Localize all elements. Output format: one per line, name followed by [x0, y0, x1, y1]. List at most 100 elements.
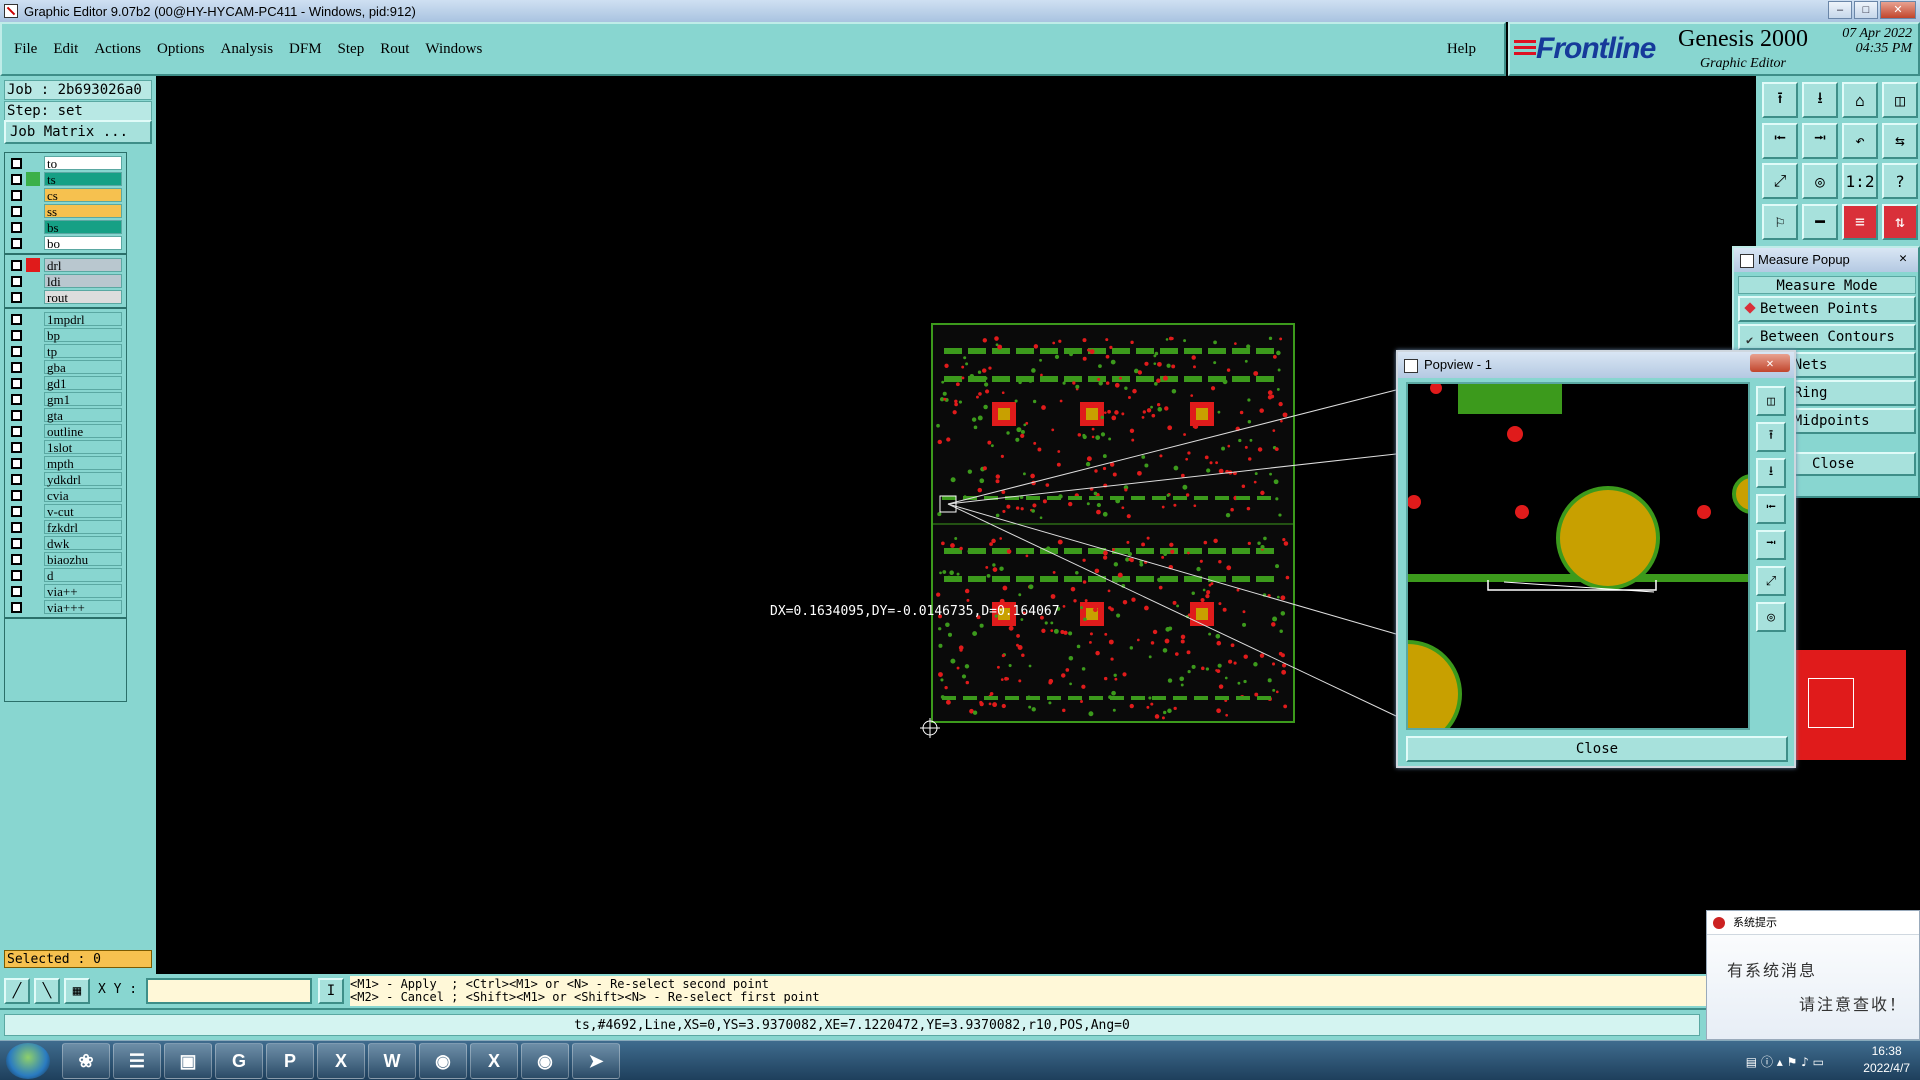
- layer-name[interactable]: ydkdrl: [44, 472, 122, 487]
- layer-name[interactable]: 1slot: [44, 440, 122, 455]
- xy-input[interactable]: [146, 978, 312, 1004]
- taskbar-app-6[interactable]: W: [368, 1043, 416, 1079]
- layer-checkbox[interactable]: [11, 425, 22, 437]
- measure-icon[interactable]: ━: [1802, 203, 1838, 240]
- layer-checkbox[interactable]: [11, 377, 22, 389]
- layer-name[interactable]: bp: [44, 328, 122, 343]
- layer-name[interactable]: rout: [44, 290, 122, 305]
- pan-right-icon[interactable]: ⭲: [1802, 122, 1838, 159]
- layer-checkbox[interactable]: [11, 291, 22, 303]
- layer-name[interactable]: dwk: [44, 536, 122, 551]
- window-layout-icon[interactable]: ◫: [1882, 82, 1918, 118]
- layer-color-swatch[interactable]: [26, 172, 40, 186]
- layer-checkbox[interactable]: [11, 537, 22, 549]
- layer-name[interactable]: d: [44, 568, 122, 583]
- layer-color-swatch[interactable]: [26, 204, 40, 218]
- mode-between-points[interactable]: Between Points: [1738, 296, 1916, 322]
- layer-color-swatch[interactable]: [26, 568, 40, 582]
- layer-color-swatch[interactable]: [26, 156, 40, 170]
- layer-color-swatch[interactable]: [26, 328, 40, 342]
- layer-checkbox[interactable]: [11, 441, 22, 453]
- layer-row-cs[interactable]: cs: [5, 187, 126, 203]
- layer-color-swatch[interactable]: [26, 188, 40, 202]
- system-notification[interactable]: 系统提示 有系统消息 请注意查收！: [1706, 910, 1920, 1040]
- layer-row-bp[interactable]: bp: [5, 327, 126, 343]
- redraw-icon[interactable]: ⇆: [1882, 122, 1918, 159]
- layer-row-drl[interactable]: drl: [5, 257, 126, 273]
- pan-left-icon[interactable]: ⭰: [1762, 122, 1798, 159]
- job-matrix-button[interactable]: Job Matrix ...: [4, 120, 152, 144]
- text-cursor-icon[interactable]: I: [318, 978, 344, 1004]
- menu-analysis[interactable]: Analysis: [221, 41, 274, 58]
- layer-row-dwk[interactable]: dwk: [5, 535, 126, 551]
- menu-help[interactable]: Help: [1447, 41, 1476, 58]
- taskbar-app-3[interactable]: G: [215, 1043, 263, 1079]
- popview-right-icon[interactable]: ⭲: [1756, 530, 1786, 560]
- layer-name[interactable]: 1mpdrl: [44, 312, 122, 327]
- layer-row-gd1[interactable]: gd1: [5, 375, 126, 391]
- pan-down-icon[interactable]: ⭳: [1802, 82, 1838, 118]
- layer-color-swatch[interactable]: [26, 236, 40, 250]
- layer-name[interactable]: gd1: [44, 376, 122, 391]
- layer-color-swatch[interactable]: [26, 360, 40, 374]
- layer-row-via+++[interactable]: via+++: [5, 599, 126, 615]
- layer-color-swatch[interactable]: [26, 376, 40, 390]
- home-icon[interactable]: ⌂: [1842, 82, 1878, 118]
- menu-dfm[interactable]: DFM: [289, 41, 322, 58]
- taskbar-app-7[interactable]: ◉: [419, 1043, 467, 1079]
- layer-row-biaozhu[interactable]: biaozhu: [5, 551, 126, 567]
- layer-name[interactable]: bs: [44, 220, 122, 235]
- zoom-ratio-icon[interactable]: 1:2: [1842, 163, 1878, 199]
- menu-options[interactable]: Options: [157, 41, 205, 58]
- layer-row-fzkdrl[interactable]: fzkdrl: [5, 519, 126, 535]
- popview-zoom-fit-icon[interactable]: ⤢: [1756, 566, 1786, 596]
- zoom-center-icon[interactable]: ◎: [1802, 163, 1838, 199]
- layer-checkbox[interactable]: [11, 259, 22, 271]
- layer-row-mpth[interactable]: mpth: [5, 455, 126, 471]
- layer-checkbox[interactable]: [11, 553, 22, 565]
- zoom-fit-icon[interactable]: ⤢: [1762, 163, 1798, 199]
- layer-checkbox[interactable]: [11, 457, 22, 469]
- taskbar-app-8[interactable]: X: [470, 1043, 518, 1079]
- system-tray[interactable]: ▤ ⓘ ▴ ⚑ ♪ ▭: [1746, 1053, 1824, 1070]
- layer-checkbox[interactable]: [11, 221, 22, 233]
- layer-color-swatch[interactable]: [26, 424, 40, 438]
- layer-name[interactable]: biaozhu: [44, 552, 122, 567]
- layer-color-swatch[interactable]: [26, 274, 40, 288]
- menu-rout[interactable]: Rout: [380, 41, 409, 58]
- menu-windows[interactable]: Windows: [425, 41, 482, 58]
- taskbar-app-10[interactable]: ➤: [572, 1043, 620, 1079]
- layer-row-ydkdrl[interactable]: ydkdrl: [5, 471, 126, 487]
- layer-sync-icon[interactable]: ⇅: [1882, 203, 1918, 240]
- undo-zoom-icon[interactable]: ↶: [1842, 122, 1878, 159]
- layer-checkbox[interactable]: [11, 329, 22, 341]
- popview-up-icon[interactable]: ⭱: [1756, 422, 1786, 452]
- layer-color-swatch[interactable]: [26, 584, 40, 598]
- menu-file[interactable]: File: [14, 41, 37, 58]
- layer-color-swatch[interactable]: [26, 488, 40, 502]
- layer-checkbox[interactable]: [11, 489, 22, 501]
- layer-row-to[interactable]: to: [5, 155, 126, 171]
- layer-row-outline[interactable]: outline: [5, 423, 126, 439]
- layer-color-swatch[interactable]: [26, 472, 40, 486]
- layer-row-bo[interactable]: bo: [5, 235, 126, 251]
- layer-compare-icon[interactable]: ≡: [1842, 203, 1878, 240]
- layer-color-swatch[interactable]: [26, 220, 40, 234]
- layer-name[interactable]: ldi: [44, 274, 122, 289]
- layer-color-swatch[interactable]: [26, 344, 40, 358]
- layer-checkbox[interactable]: [11, 409, 22, 421]
- layer-checkbox[interactable]: [11, 393, 22, 405]
- layer-name[interactable]: outline: [44, 424, 122, 439]
- layer-name[interactable]: bo: [44, 236, 122, 251]
- layer-color-swatch[interactable]: [26, 536, 40, 550]
- layer-checkbox[interactable]: [11, 157, 22, 169]
- layer-color-swatch[interactable]: [26, 440, 40, 454]
- layer-name[interactable]: fzkdrl: [44, 520, 122, 535]
- layer-color-swatch[interactable]: [26, 392, 40, 406]
- help-icon[interactable]: ?: [1882, 163, 1918, 199]
- grid-icon[interactable]: ▦: [64, 978, 90, 1004]
- menu-step[interactable]: Step: [338, 41, 365, 58]
- snap-icon[interactable]: ⚐: [1762, 203, 1798, 240]
- minimize-button[interactable]: ‒: [1828, 1, 1852, 19]
- layer-row-cvia[interactable]: cvia: [5, 487, 126, 503]
